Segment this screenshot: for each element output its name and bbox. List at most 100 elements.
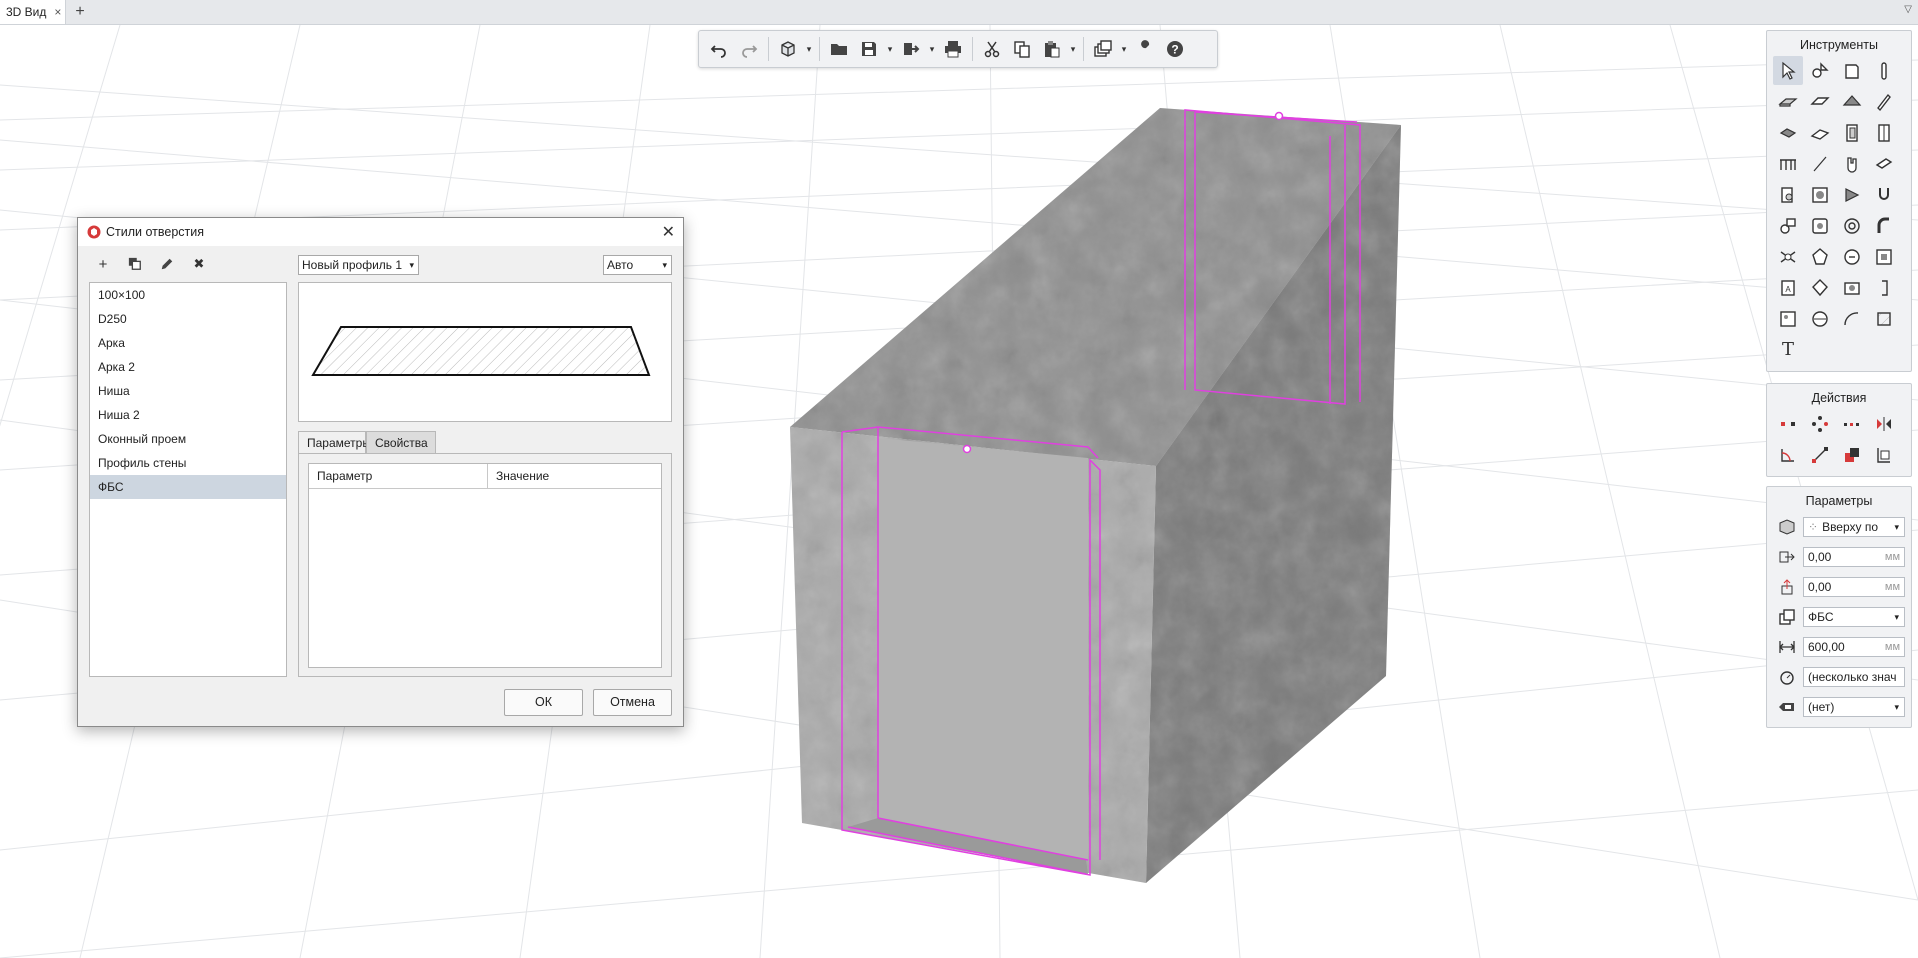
list-item[interactable]: Ниша 2 xyxy=(90,403,286,427)
angle-input[interactable]: (несколько знач xyxy=(1803,667,1905,687)
rotate-icon[interactable] xyxy=(1773,440,1803,469)
selection-handle[interactable] xyxy=(1274,111,1284,121)
list-item[interactable]: D250 xyxy=(90,307,286,331)
pipe-icon[interactable] xyxy=(1869,180,1899,209)
profile-select[interactable]: Новый профиль 1 ▾ xyxy=(298,255,419,275)
open-folder-icon[interactable] xyxy=(825,35,853,63)
furniture-icon[interactable] xyxy=(1773,180,1803,209)
door-icon[interactable] xyxy=(1837,118,1867,147)
concrete-block[interactable] xyxy=(790,108,1401,883)
dimension-icon[interactable]: A xyxy=(1773,273,1803,302)
list-item[interactable]: Профиль стены xyxy=(90,451,286,475)
paste-icon[interactable] xyxy=(1038,35,1066,63)
column-header-value[interactable]: Значение xyxy=(488,464,661,488)
selection-handle[interactable] xyxy=(962,444,972,454)
redo-icon[interactable] xyxy=(735,35,763,63)
layers-dropdown-icon[interactable]: ▾ xyxy=(1119,44,1129,55)
tab-parameters[interactable]: Параметры xyxy=(298,431,371,453)
list-item[interactable]: 100×100 xyxy=(90,283,286,307)
list-item[interactable]: Ниша xyxy=(90,379,286,403)
dialog-close-icon[interactable]: ✕ xyxy=(662,222,675,242)
bracket-icon[interactable] xyxy=(1869,273,1899,302)
save-dropdown-icon[interactable]: ▾ xyxy=(885,44,895,55)
text-tool-icon[interactable]: T xyxy=(1773,335,1803,364)
tab-menu-icon[interactable]: ▽ xyxy=(1904,4,1912,15)
list-item[interactable]: Арка 2 xyxy=(90,355,286,379)
hatch-tool-icon[interactable] xyxy=(1869,304,1899,333)
help-icon[interactable]: ? xyxy=(1161,35,1189,63)
save-icon[interactable] xyxy=(855,35,883,63)
array-icon[interactable] xyxy=(1805,409,1835,438)
lamp-icon[interactable] xyxy=(1805,242,1835,271)
distribute-icon[interactable] xyxy=(1837,409,1867,438)
export-icon[interactable] xyxy=(897,35,925,63)
copy-icon[interactable] xyxy=(1008,35,1036,63)
view-cube-icon[interactable] xyxy=(774,35,802,63)
mode-select[interactable]: Авто ▾ xyxy=(603,255,672,275)
scale-icon[interactable] xyxy=(1805,440,1835,469)
depth-input[interactable]: 600,00 мм xyxy=(1803,637,1905,657)
list-item[interactable]: Арка xyxy=(90,331,286,355)
window-icon[interactable] xyxy=(1869,118,1899,147)
list-item-selected[interactable]: ФБС xyxy=(90,475,286,499)
add-tab-button[interactable]: + xyxy=(70,2,90,22)
anchor-select[interactable]: ⁘ Вверху по ▾ xyxy=(1803,517,1905,537)
select-arrow-icon[interactable] xyxy=(1773,56,1803,85)
styles-list[interactable]: 100×100 D250 Арка Арка 2 Ниша Ниша 2 Око… xyxy=(89,282,287,677)
mark-icon[interactable] xyxy=(1805,273,1835,302)
line-icon[interactable] xyxy=(1805,149,1835,178)
offset-y-input[interactable]: 0,00 мм xyxy=(1803,577,1905,597)
label-select[interactable]: (нет) ▾ xyxy=(1803,697,1905,717)
panel-box-icon[interactable] xyxy=(1869,242,1899,271)
railing-icon[interactable] xyxy=(1773,149,1803,178)
tab-3d-view[interactable]: 3D Вид × xyxy=(0,0,66,24)
section-icon[interactable] xyxy=(1805,304,1835,333)
column-icon[interactable] xyxy=(1869,56,1899,85)
dialog-titlebar[interactable]: Стили отверстия ✕ xyxy=(78,218,683,246)
edit-style-icon[interactable] xyxy=(159,256,175,272)
duplicate-style-icon[interactable] xyxy=(127,256,143,272)
offset-x-input[interactable]: 0,00 мм xyxy=(1803,547,1905,567)
ramp-icon[interactable] xyxy=(1805,118,1835,147)
wall-icon[interactable] xyxy=(1837,56,1867,85)
opening-icon[interactable] xyxy=(1869,149,1899,178)
cut-icon[interactable] xyxy=(978,35,1006,63)
coil-icon[interactable] xyxy=(1837,211,1867,240)
cancel-button[interactable]: Отмена xyxy=(593,689,672,716)
floor-icon[interactable] xyxy=(1805,87,1835,116)
hand-icon[interactable] xyxy=(1837,149,1867,178)
export-dropdown-icon[interactable]: ▾ xyxy=(927,44,937,55)
stairs-icon[interactable] xyxy=(1773,118,1803,147)
style-select[interactable]: ФБС ▾ xyxy=(1803,607,1905,627)
move-icon[interactable] xyxy=(1773,409,1803,438)
duct-icon[interactable] xyxy=(1773,211,1803,240)
list-item[interactable]: Оконный проем xyxy=(90,427,286,451)
tab-close-icon[interactable]: × xyxy=(54,5,61,19)
camera-icon[interactable] xyxy=(1837,273,1867,302)
shapes-icon[interactable] xyxy=(1805,56,1835,85)
beam-icon[interactable] xyxy=(1869,87,1899,116)
align-icon[interactable] xyxy=(1869,440,1899,469)
bend-icon[interactable] xyxy=(1869,211,1899,240)
layers-icon[interactable] xyxy=(1089,35,1117,63)
parameters-table[interactable]: Параметр Значение xyxy=(308,463,662,668)
delete-style-icon[interactable]: ✖ xyxy=(191,256,207,272)
plant-icon[interactable] xyxy=(1837,180,1867,209)
offset-icon[interactable] xyxy=(1837,440,1867,469)
image-icon[interactable] xyxy=(1773,304,1803,333)
view-dropdown-icon[interactable]: ▾ xyxy=(804,44,814,55)
add-style-icon[interactable]: + xyxy=(95,256,111,273)
wrench-icon[interactable] xyxy=(1131,35,1159,63)
print-icon[interactable] xyxy=(939,35,967,63)
socket-icon[interactable] xyxy=(1837,242,1867,271)
undo-icon[interactable] xyxy=(705,35,733,63)
paste-dropdown-icon[interactable]: ▾ xyxy=(1068,44,1078,55)
column-header-parameter[interactable]: Параметр xyxy=(309,464,488,488)
arc-tool-icon[interactable] xyxy=(1837,304,1867,333)
mirror-icon[interactable] xyxy=(1869,409,1899,438)
roof-icon[interactable] xyxy=(1837,87,1867,116)
ok-button[interactable]: ОК xyxy=(504,689,583,716)
fixture-icon[interactable] xyxy=(1805,211,1835,240)
slab-icon[interactable] xyxy=(1773,87,1803,116)
equipment-icon[interactable] xyxy=(1805,180,1835,209)
